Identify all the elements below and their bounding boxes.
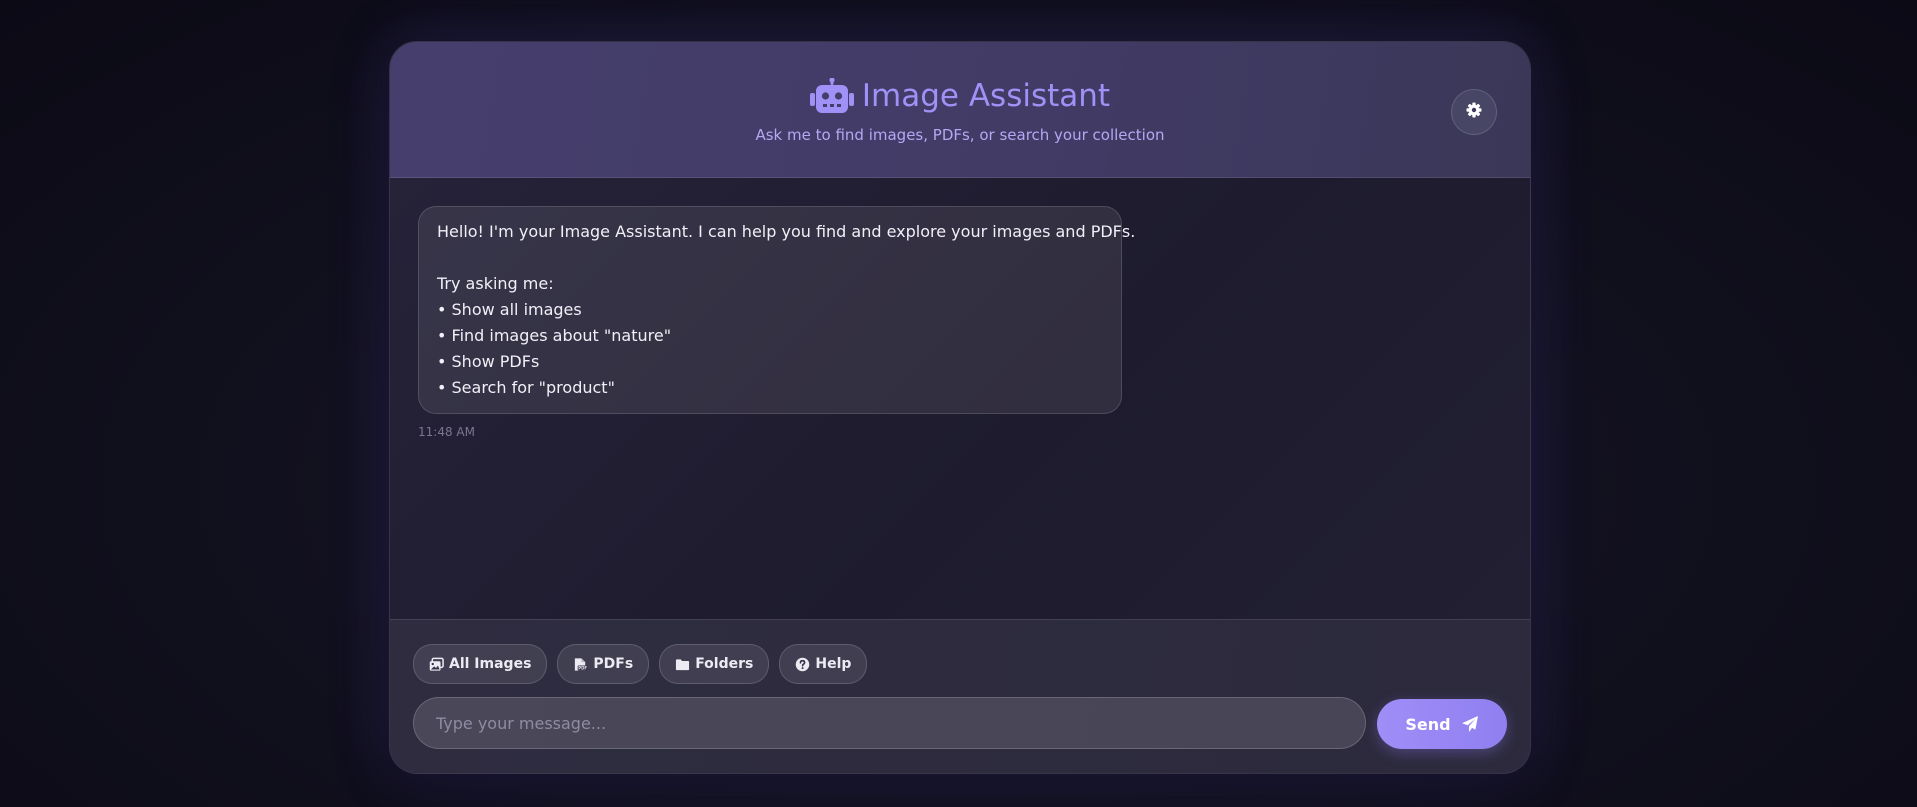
help-button[interactable]: Help: [779, 644, 868, 684]
message-line: • Show PDFs: [437, 352, 540, 371]
assistant-message-bubble: Hello! I'm your Image Assistant. I can h…: [418, 206, 1136, 414]
message-line: Hello! I'm your Image Assistant. I can h…: [437, 222, 1136, 241]
message-list: Hello! I'm your Image Assistant. I can h…: [390, 178, 1530, 661]
send-button[interactable]: Send: [1377, 699, 1507, 749]
paper-plane-icon: [1461, 715, 1479, 733]
svg-text:PDF: PDF: [579, 665, 588, 670]
message-timestamp: 11:48 AM: [418, 425, 475, 439]
message-line: • Search for "product": [437, 378, 615, 397]
settings-button[interactable]: [1451, 89, 1497, 135]
images-icon: [429, 657, 444, 672]
message-line: Try asking me:: [437, 274, 554, 293]
all-images-button[interactable]: All Images: [413, 644, 548, 684]
chat-header: Image Assistant Ask me to find images, P…: [390, 42, 1530, 178]
title-row: Image Assistant: [390, 78, 1530, 114]
app-subtitle: Ask me to find images, PDFs, or search y…: [755, 126, 1165, 144]
message-line: [437, 245, 1103, 271]
chat-window: Image Assistant Ask me to find images, P…: [389, 41, 1531, 774]
folders-label: Folders: [695, 656, 754, 672]
pdfs-button[interactable]: PDF PDFs: [557, 644, 650, 684]
gear-icon: [1466, 102, 1482, 122]
help-label: Help: [815, 656, 852, 672]
message-line: • Find images about "nature": [437, 326, 672, 345]
quick-actions: All Images PDF PDFs Folders Help: [413, 644, 868, 684]
app-title: Image Assistant: [861, 78, 1111, 114]
message-input[interactable]: [414, 698, 1365, 748]
message-line: • Show all images: [437, 300, 582, 319]
send-label: Send: [1405, 714, 1451, 734]
robot-icon: [809, 78, 854, 114]
composer-area: All Images PDF PDFs Folders Help Type yo…: [390, 619, 1530, 773]
help-circle-icon: [795, 657, 810, 672]
message-input-container: [413, 697, 1366, 749]
folder-icon: [675, 657, 690, 672]
folders-button[interactable]: Folders: [659, 644, 770, 684]
pdf-file-icon: PDF: [573, 657, 588, 672]
pdfs-label: PDFs: [593, 656, 634, 672]
all-images-label: All Images: [449, 656, 532, 672]
